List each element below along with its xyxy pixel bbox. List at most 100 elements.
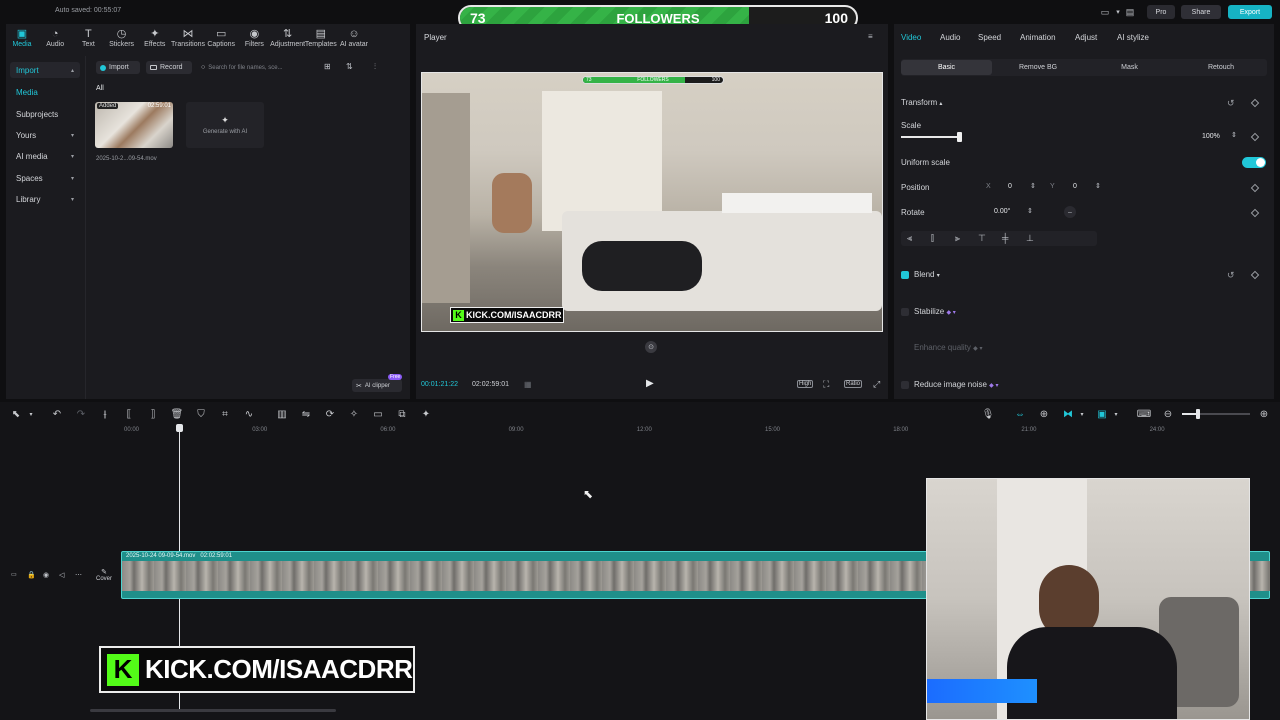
play-icon[interactable]: ▶: [646, 378, 654, 389]
zoom-slider[interactable]: [1182, 409, 1250, 419]
subtab-basic[interactable]: Basic: [901, 60, 992, 75]
tab-captions[interactable]: ▭ Captions: [203, 28, 239, 48]
align-bottom-icon[interactable]: ⊥: [1026, 233, 1034, 244]
split-left-icon[interactable]: ⟦: [123, 408, 135, 420]
horizontal-scrollbar[interactable]: [90, 709, 336, 712]
fit-icon[interactable]: ⛶: [823, 379, 829, 390]
timecode-icon[interactable]: ▦: [524, 380, 532, 389]
track-audio-icon[interactable]: ◁: [59, 571, 64, 579]
linkage-icon[interactable]: ▣: [1096, 408, 1108, 420]
align-top-icon[interactable]: ⊤: [978, 233, 986, 244]
panels-icon[interactable]: ▾: [1113, 6, 1123, 18]
linkage-dropdown-icon[interactable]: ▾: [1110, 408, 1122, 420]
track-more-icon[interactable]: ⋯: [75, 571, 82, 579]
tab-text[interactable]: T Text: [70, 28, 106, 48]
select-dropdown-icon[interactable]: ▾: [25, 408, 37, 420]
pos-y-stepper-icon[interactable]: ⇕: [1095, 182, 1101, 190]
zoom-out-icon[interactable]: ⊖: [1162, 408, 1174, 420]
undo-icon[interactable]: ↶: [51, 408, 63, 420]
sidebar-item-ai-media[interactable]: AI media ▾: [10, 148, 80, 164]
tab-audio[interactable]: ◔ Audio: [37, 28, 73, 48]
subtab-mask[interactable]: Mask: [1084, 60, 1175, 75]
crop-icon[interactable]: ⌗: [219, 408, 231, 420]
prop-tab-ai-stylize[interactable]: AI stylize: [1117, 33, 1149, 42]
track-lock-icon[interactable]: ▭: [11, 571, 17, 578]
rotate-tool-icon[interactable]: ⟳: [324, 408, 336, 420]
reduce-noise-heading[interactable]: Reduce image noise ◆ ▾: [914, 380, 998, 389]
preview-axis-dropdown-icon[interactable]: ▾: [1076, 408, 1088, 420]
subtab-remove-bg[interactable]: Remove BG: [993, 60, 1084, 75]
quality-button[interactable]: High: [797, 380, 814, 388]
pos-y-input[interactable]: 0: [1073, 183, 1077, 190]
zoom-in-icon[interactable]: ⊕: [1258, 408, 1270, 420]
rotate-stepper-icon[interactable]: ⇕: [1027, 207, 1033, 215]
share-button[interactable]: Share: [1181, 5, 1221, 19]
split-right-icon[interactable]: ⟧: [147, 408, 159, 420]
redo-icon[interactable]: ↷: [75, 408, 87, 420]
split-icon[interactable]: ⫲: [99, 408, 111, 420]
transform-heading[interactable]: Transform ▴: [901, 98, 942, 107]
transform-reset-icon[interactable]: ↺: [1227, 98, 1235, 109]
sidebar-item-yours[interactable]: Yours ▾: [10, 127, 80, 143]
pos-x-stepper-icon[interactable]: ⇕: [1030, 182, 1036, 190]
uniform-scale-toggle[interactable]: [1242, 157, 1266, 168]
enhance-quality-heading[interactable]: Enhance quality ◆ ▾: [914, 343, 982, 352]
tab-ai-avatar[interactable]: ☺ AI avatar: [336, 28, 372, 48]
freeze-icon[interactable]: ▥: [276, 408, 288, 420]
reduce-noise-checkbox[interactable]: [901, 381, 909, 389]
align-center-v-icon[interactable]: ╪: [1002, 233, 1008, 243]
delete-icon[interactable]: 🗑: [171, 408, 184, 420]
grid-view-icon[interactable]: ⊞: [324, 62, 331, 71]
snap-icon[interactable]: ⊕: [1038, 408, 1050, 420]
import-button[interactable]: Import: [96, 61, 140, 74]
stabilize-heading[interactable]: Stabilize ◆ ▾: [914, 307, 956, 316]
tab-filters[interactable]: ◉ Filters: [236, 28, 272, 48]
blend-checkbox[interactable]: [901, 271, 909, 279]
align-right-icon[interactable]: ⫸: [955, 233, 960, 244]
captions-tool-icon[interactable]: ▭: [372, 408, 384, 420]
scale-slider[interactable]: [901, 132, 962, 142]
scale-slider-thumb[interactable]: [957, 132, 962, 142]
sidebar-item-spaces[interactable]: Spaces ▾: [10, 170, 80, 186]
select-tool-icon[interactable]: ⬉: [10, 408, 22, 420]
blend-heading[interactable]: Blend ▾: [914, 270, 940, 279]
magic-icon[interactable]: ✧: [348, 408, 360, 420]
filter-all[interactable]: All: [96, 85, 104, 92]
prop-tab-animation[interactable]: Animation: [1020, 33, 1056, 42]
pro-button[interactable]: Pro: [1147, 5, 1175, 19]
tab-effects[interactable]: ✦ Effects: [137, 28, 173, 48]
mirror-icon[interactable]: ⇋: [300, 408, 312, 420]
prop-tab-adjust[interactable]: Adjust: [1075, 33, 1097, 42]
stabilize-checkbox[interactable]: [901, 308, 909, 316]
align-left-icon[interactable]: ⫷: [907, 233, 912, 244]
prop-tab-speed[interactable]: Speed: [978, 33, 1001, 42]
speed-curve-icon[interactable]: ∿: [243, 408, 255, 420]
layout-icon[interactable]: ▭: [1098, 6, 1112, 18]
generate-ai-card[interactable]: ✦ Generate with AI: [186, 102, 264, 148]
tab-transitions[interactable]: ⋈ Transitions: [170, 28, 206, 48]
prop-tab-audio[interactable]: Audio: [940, 33, 960, 42]
track-visibility-icon[interactable]: ◉: [43, 571, 49, 579]
search-input[interactable]: ○ Search for file names, sce...: [198, 61, 310, 74]
media-thumbnail[interactable]: Added 02:59:01: [95, 102, 173, 148]
sidebar-item-import[interactable]: Import ▴: [10, 62, 80, 78]
fullscreen-icon[interactable]: ⤢: [873, 379, 880, 390]
preview-handle-icon[interactable]: ⊙: [645, 341, 657, 353]
tab-stickers[interactable]: ◷ Stickers: [104, 28, 140, 48]
ai-clipper-button[interactable]: ✂ AI clipper: [352, 379, 402, 392]
blend-reset-icon[interactable]: ↺: [1227, 270, 1235, 281]
tab-media[interactable]: ▣ Media: [4, 28, 40, 48]
rotate-dial-icon[interactable]: –: [1064, 206, 1076, 218]
subtab-retouch[interactable]: Retouch: [1176, 60, 1267, 75]
playhead-handle[interactable]: [176, 424, 183, 432]
filter-icon[interactable]: ⫶: [374, 62, 376, 72]
mic-icon[interactable]: 🎙: [982, 408, 995, 420]
record-button[interactable]: Record: [146, 61, 192, 74]
scale-value[interactable]: 100%: [1202, 133, 1220, 140]
sidebar-item-subprojects[interactable]: Subprojects: [10, 106, 80, 122]
marker-icon[interactable]: ⛉: [195, 408, 207, 420]
rotate-input[interactable]: 0.00°: [994, 208, 1010, 215]
link-icon[interactable]: ⇔: [1014, 408, 1026, 420]
export-frame-icon[interactable]: ⧉: [396, 408, 408, 420]
shortcut-tool-icon[interactable]: ⌨: [1137, 408, 1151, 420]
